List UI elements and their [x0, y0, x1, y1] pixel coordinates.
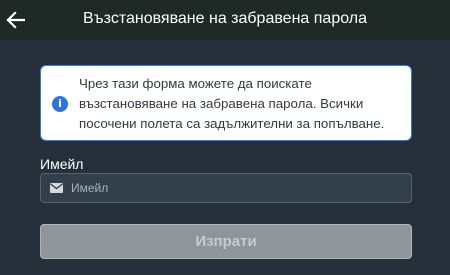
info-message: i Чрез тази форма можете да поискате въз… — [40, 65, 412, 141]
page-title: Възстановяване на забравена парола — [82, 10, 367, 27]
email-input-wrapper[interactable] — [40, 173, 412, 203]
info-icon: i — [52, 96, 68, 112]
info-text: Чрез тази форма можете да поискате възст… — [79, 76, 385, 131]
envelope-icon — [50, 183, 63, 193]
forgot-password-screen: Възстановяване на забравена парола i Чре… — [0, 0, 450, 275]
submit-button[interactable]: Изпрати — [40, 224, 412, 259]
top-bar: Възстановяване на забравена парола — [0, 0, 450, 40]
email-label: Имейл — [40, 156, 84, 172]
email-input[interactable] — [71, 174, 401, 202]
